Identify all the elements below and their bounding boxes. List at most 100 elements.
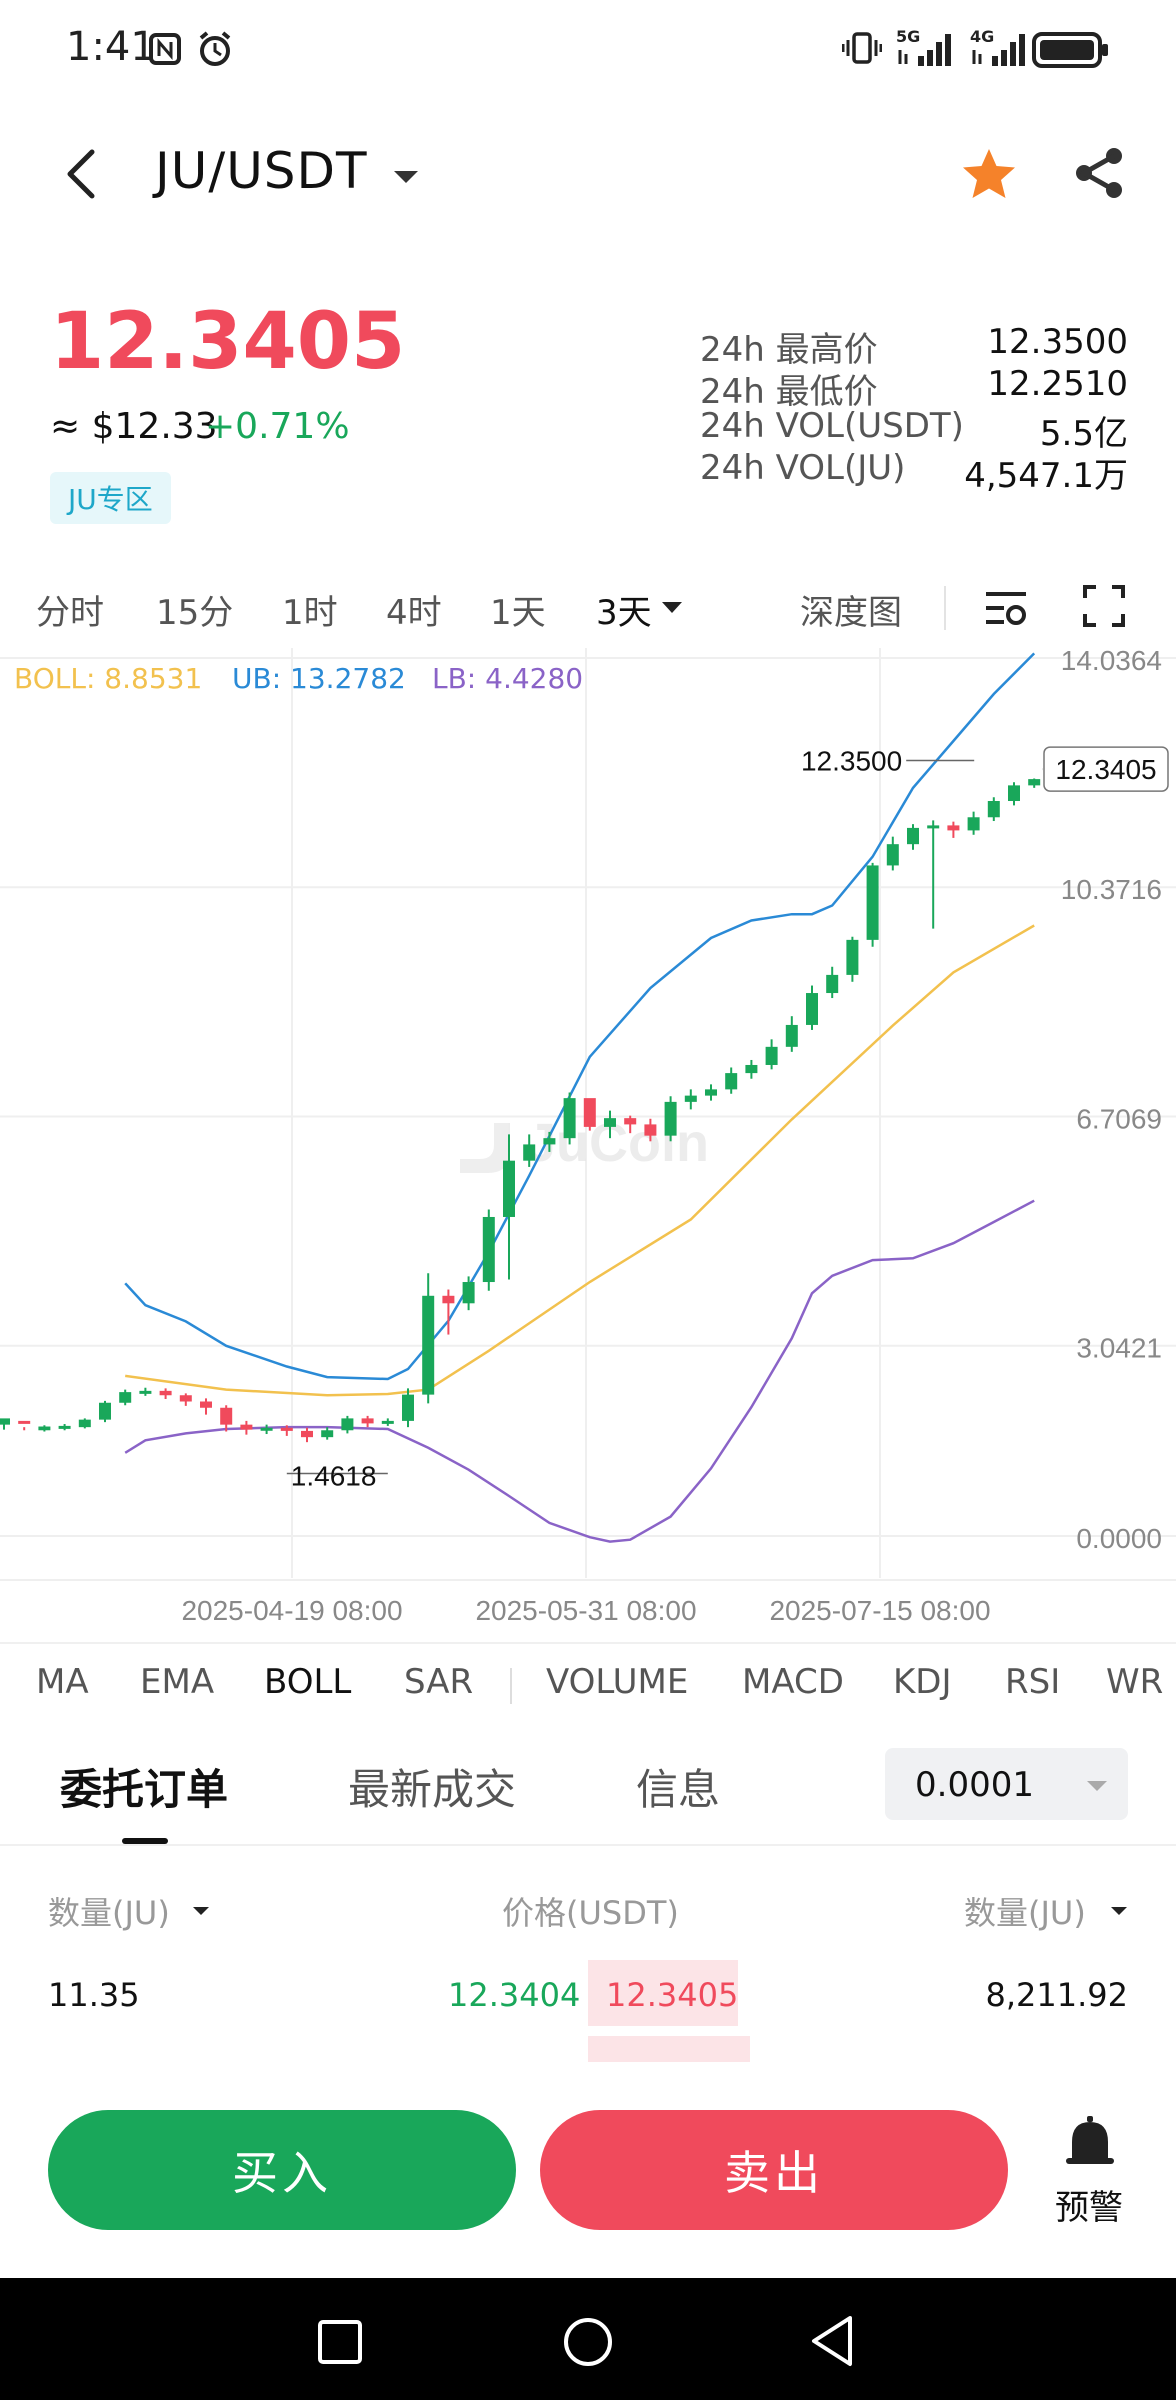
candle-body [563,1098,576,1139]
tab-info[interactable]: 信息 [636,1756,720,1817]
ob-bid-price[interactable]: 12.3404 [448,1976,580,2014]
sell-button[interactable]: 卖出 [540,2110,1008,2230]
pair-title[interactable]: JU/USDT [155,142,368,200]
candle-body [684,1095,697,1102]
nav-back-icon[interactable] [808,2314,856,2372]
indicator-divider-top [0,1642,1176,1644]
candlestick-chart[interactable]: JuCoin 14.036410.37166.70693.04210.0000 … [0,648,1176,1652]
ob-header-bid-qty[interactable]: 数量(JU) [48,1888,170,1934]
candle-body [301,1430,313,1438]
candle-body [179,1395,192,1402]
candle-body [482,1216,495,1283]
candle-body [947,825,960,831]
tab-latest-trades[interactable]: 最新成交 [348,1756,516,1817]
candle-body [644,1124,657,1136]
indicator-settings-icon[interactable] [982,586,1030,634]
recents-icon[interactable] [316,2318,364,2370]
ob-bid-qty-caret-icon[interactable] [192,1902,210,1921]
stat-value-vol-ju: 4,547.1万 [964,456,1128,496]
indicator-ma[interactable]: MA [36,1662,89,1702]
interval-tab-1h[interactable]: 1时 [282,585,338,634]
alert-label[interactable]: 预警 [1055,2180,1123,2229]
candle-body [745,1064,758,1074]
candle-body [806,993,818,1025]
stat-value-low: 12.2510 [987,364,1128,404]
tabs-divider [0,1844,1176,1846]
low-price-label: 1.4618 [291,1461,377,1492]
candle-body [341,1418,354,1431]
fullscreen-icon[interactable] [1082,584,1126,632]
signal-4g-icon: 4G [970,26,1032,72]
bollinger-bands [124,652,1036,1543]
candle-body [220,1407,233,1425]
candle-body [987,801,1000,818]
buy-button[interactable]: 买入 [48,2110,516,2230]
precision-value[interactable]: 0.0001 [915,1765,1034,1805]
candle-body [967,817,980,831]
ob-ask-price[interactable]: 12.3405 [606,1976,738,2014]
home-icon[interactable] [562,2316,614,2372]
indicator-rsi[interactable]: RSI [1005,1662,1060,1702]
ob-ask-qty[interactable]: 8,211.92 [986,1976,1129,2014]
candle-body [785,1024,798,1047]
indicator-volume[interactable]: VOLUME [546,1662,688,1702]
candle-body [99,1402,111,1420]
candle-body [280,1427,293,1431]
candle-body [361,1418,374,1424]
interval-tab-1d[interactable]: 1天 [490,585,546,634]
ob-bid-qty[interactable]: 11.35 [48,1976,140,2014]
svg-text:5G: 5G [896,27,920,46]
y-tick-label: 3.0421 [1076,1333,1162,1364]
interval-tab-15m[interactable]: 15分 [156,585,233,634]
y-tick-label: 14.0364 [1061,648,1162,676]
zone-tag[interactable]: JU专区 [50,472,171,524]
x-axis-labels: 2025-04-19 08:00 2025-05-31 08:00 2025-07-… [181,1595,990,1626]
last-price-tag: 12.3405 [1055,754,1156,785]
indicator-boll[interactable]: BOLL [264,1662,351,1702]
stat-value-high: 12.3500 [987,322,1128,362]
depth-chart-tab[interactable]: 深度图 [800,585,902,634]
candle-body [159,1390,172,1396]
candle-body [1028,779,1041,786]
y-tick-label: 0.0000 [1076,1523,1162,1554]
candle-body [78,1419,91,1428]
candle-body [38,1426,51,1431]
tab-order-book[interactable]: 委托订单 [60,1756,228,1817]
candle-body [604,1118,616,1127]
legend-ub: UB: 13.2782 [232,662,406,695]
candle-body [1008,785,1020,802]
dropdown-caret-icon[interactable] [392,168,420,190]
interval-tab-4h[interactable]: 4时 [386,585,442,634]
indicator-sar[interactable]: SAR [404,1662,473,1702]
candle-body [18,1420,31,1424]
indicator-wr[interactable]: WR [1106,1662,1163,1702]
candle-body [866,865,879,940]
legend-lb: LB: 4.4280 [432,662,584,695]
ob-header-price: 价格(USDT) [502,1894,679,1932]
signal-5g-icon: 5G [896,26,958,72]
indicator-divider [510,1668,512,1704]
candle-body [826,974,839,994]
x-tick-label: 2025-05-31 08:00 [475,1595,696,1626]
price-change: +0.71% [205,406,350,447]
ob-header-ask-qty[interactable]: 数量(JU) [964,1888,1086,1934]
precision-caret-icon[interactable] [1086,1778,1108,1797]
last-price: 12.3405 [50,297,406,387]
ob-ask-qty-caret-icon[interactable] [1110,1902,1128,1921]
interval-caret-icon[interactable] [660,600,684,620]
indicator-kdj[interactable]: KDJ [893,1662,952,1702]
indicator-macd[interactable]: MACD [742,1662,844,1702]
interval-tab-3d[interactable]: 3天 [596,585,652,634]
candle-body [139,1390,152,1394]
candles [0,778,1041,1443]
candle-body [583,1098,596,1127]
share-icon[interactable] [1072,146,1126,204]
interval-tab-time[interactable]: 分时 [36,585,104,634]
candle-body [846,939,859,975]
indicator-ema[interactable]: EMA [140,1662,214,1702]
lower-band-line [124,1199,1035,1543]
back-arrow-icon[interactable] [62,148,102,204]
alarm-icon [196,30,234,72]
bell-icon[interactable] [1064,2116,1116,2176]
star-icon[interactable] [960,146,1018,206]
